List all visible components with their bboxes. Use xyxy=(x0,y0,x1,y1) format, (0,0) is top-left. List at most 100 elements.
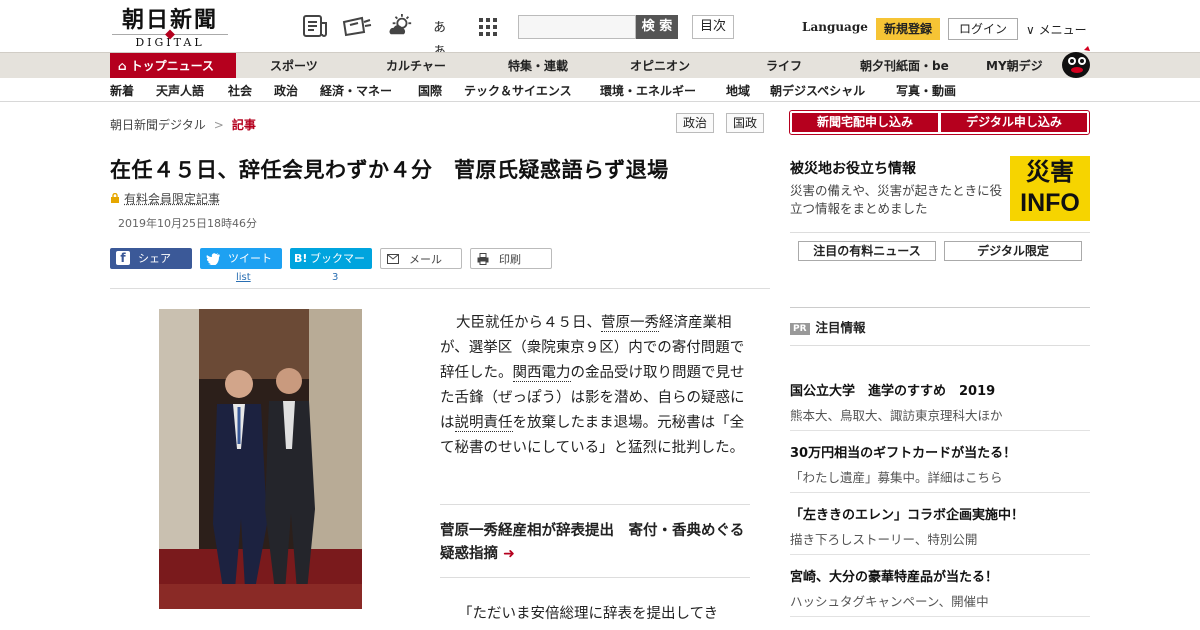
nav-tenseijingo[interactable]: 天声人語 xyxy=(156,82,204,99)
breadcrumb-separator: > xyxy=(213,118,224,132)
mail-share-button[interactable]: メール xyxy=(380,248,462,269)
asahi-logo[interactable]: 朝日新聞 DIGITAL xyxy=(112,8,228,49)
arrow-right-icon: ➜ xyxy=(503,546,515,562)
nav-top-news[interactable]: ⌂ トップニュース xyxy=(110,53,236,79)
related-article-title: 菅原一秀経産相が辞表提出 寄付・香典めぐる疑惑指摘 xyxy=(440,523,745,562)
pr-item-title: 宮崎、大分の豪華特産品が当たる！ xyxy=(790,570,999,585)
divider xyxy=(790,345,1090,346)
twitter-share-label: ツイート xyxy=(228,252,272,265)
divider xyxy=(790,232,1090,233)
related-article-link[interactable]: 菅原一秀経産相が辞表提出 寄付・香典めぐる疑惑指摘 ➜ xyxy=(440,520,750,566)
disaster-info-badge[interactable]: 災害 INFO xyxy=(1010,156,1090,221)
pr-section-title: 注目情報 xyxy=(815,320,866,335)
divider xyxy=(110,288,770,289)
apps-grid-icon[interactable] xyxy=(478,14,498,38)
nav-tech-science[interactable]: テック＆サイエンス xyxy=(464,82,572,99)
article-title: 在任４５日、辞任会見わずか４分 菅原氏疑惑語らず退場 xyxy=(110,158,669,182)
nav-international[interactable]: 国際 xyxy=(418,82,442,99)
logo-digital: DIGITAL xyxy=(112,34,228,49)
nav-special[interactable]: 朝デジスペシャル xyxy=(770,82,865,99)
nav-society[interactable]: 社会 xyxy=(228,82,252,99)
weather-icon[interactable] xyxy=(386,14,416,38)
nav-opinion[interactable]: オピニオン xyxy=(630,53,690,79)
search-input[interactable] xyxy=(518,15,636,39)
register-button[interactable]: 新規登録 xyxy=(876,18,940,40)
subscribe-buttons: 新聞宅配申し込み デジタル申し込み xyxy=(789,110,1090,135)
divider xyxy=(440,577,750,578)
nav-my-asadigi[interactable]: MY朝デジ xyxy=(986,53,1043,79)
breadcrumb: 朝日新聞デジタル > 記事 xyxy=(110,116,256,133)
facebook-icon: f xyxy=(116,251,130,265)
pr-item[interactable]: 「左ききのエレン」コラボ企画実施中！ 描き下ろしストーリー、特別公開 xyxy=(790,504,1090,548)
nav-photo-video[interactable]: 写真・動画 xyxy=(896,82,956,99)
toc-button[interactable]: 目次 xyxy=(692,15,734,39)
disaster-info-description: 災害の備えや、災害が起きたときに役立つ情報をまとめました xyxy=(790,183,1003,216)
login-button[interactable]: ログイン xyxy=(948,18,1018,40)
nav-latest[interactable]: 新着 xyxy=(110,82,134,99)
breadcrumb-home[interactable]: 朝日新聞デジタル xyxy=(110,118,206,132)
link-sugawara[interactable]: 菅原一秀 xyxy=(601,315,659,332)
language-link[interactable]: Language xyxy=(802,20,868,34)
print-button[interactable]: 印刷 xyxy=(470,248,552,269)
pr-item-title: 国公立大学 進学のすすめ 2019 xyxy=(790,384,996,399)
newspaper-icon[interactable] xyxy=(302,14,328,38)
mascot-icon xyxy=(1062,46,1090,78)
delivery-icon[interactable] xyxy=(342,14,372,38)
menu-button[interactable]: ∨ メニュー xyxy=(1026,21,1087,38)
pr-item[interactable]: 宮崎、大分の豪華特産品が当たる！ ハッシュタグキャンペーン、開催中 xyxy=(790,566,1090,610)
facebook-share-button[interactable]: f シェア xyxy=(110,248,192,269)
pr-item[interactable]: 国公立大学 進学のすすめ 2019 熊本大、鳥取大、諏訪東京理科大ほか xyxy=(790,380,1090,424)
pr-badge: PR xyxy=(790,323,810,335)
nav-culture[interactable]: カルチャー xyxy=(386,53,446,79)
pr-item[interactable]: 30万円相当のギフトカードが当たる！ 「わたし遺産」募集中。詳細はこちら xyxy=(790,442,1090,486)
pr-item-description: 描き下ろしストーリー、特別公開 xyxy=(790,532,978,547)
divider xyxy=(790,554,1090,555)
nav-economy[interactable]: 経済・マネー xyxy=(320,82,392,99)
disaster-badge-bottom: INFO xyxy=(1020,189,1080,217)
disaster-info-title[interactable]: 被災地お役立ち情報 xyxy=(790,158,916,178)
twitter-icon xyxy=(206,253,220,265)
secondary-nav: 新着 天声人語 社会 政治 経済・マネー 国際 テック＆サイエンス 環境・エネル… xyxy=(0,78,1200,102)
logo-japanese: 朝日新聞 xyxy=(121,7,218,33)
hatena-count: 3 xyxy=(332,272,339,283)
twitter-list-link[interactable]: list xyxy=(236,272,251,283)
twitter-share-button[interactable]: ツイート xyxy=(200,248,282,269)
tag-national-politics[interactable]: 国政 xyxy=(726,113,765,133)
divider xyxy=(790,616,1090,617)
divider xyxy=(440,504,750,505)
member-only-text: 有料会員限定記事 xyxy=(124,192,221,206)
nav-politics[interactable]: 政治 xyxy=(274,82,298,99)
facebook-share-label: シェア xyxy=(138,252,171,265)
nav-life[interactable]: ライフ xyxy=(766,53,802,79)
newspaper-subscribe-button[interactable]: 新聞宅配申し込み xyxy=(792,113,938,132)
article-lead: 大臣就任から４５日、菅原一秀経済産業相が、選挙区（衆院東京９区）内での寄付問題で… xyxy=(440,311,748,461)
tag-politics[interactable]: 政治 xyxy=(676,113,715,133)
digital-subscribe-button[interactable]: デジタル申し込み xyxy=(941,113,1087,132)
mail-icon xyxy=(387,254,399,264)
pr-item-description: ハッシュタグキャンペーン、開催中 xyxy=(790,594,989,609)
nav-features[interactable]: 特集・連載 xyxy=(508,53,568,79)
pr-section-header: PR 注目情報 xyxy=(790,317,866,336)
nav-environment[interactable]: 環境・エネルギー xyxy=(600,82,696,99)
divider xyxy=(790,430,1090,431)
font-size-icon[interactable]: ぁぁ xyxy=(432,14,458,59)
disaster-badge-top: 災害 xyxy=(1026,158,1074,186)
link-kansai-electric[interactable]: 関西電力 xyxy=(512,365,571,382)
print-icon xyxy=(477,253,489,265)
nav-paper-edition[interactable]: 朝夕刊紙面・be xyxy=(860,53,949,79)
link-accountability[interactable]: 説明責任 xyxy=(454,415,513,432)
home-icon: ⌂ xyxy=(118,59,127,73)
nav-region[interactable]: 地域 xyxy=(726,82,750,99)
tab-paid-news[interactable]: 注目の有料ニュース xyxy=(798,241,936,261)
nav-top-news-label: トップニュース xyxy=(130,59,214,73)
nav-sports[interactable]: スポーツ xyxy=(270,53,318,79)
member-only-label[interactable]: 有料会員限定記事 xyxy=(110,190,220,207)
tab-digital-only[interactable]: デジタル限定 xyxy=(944,241,1082,261)
article-photo[interactable] xyxy=(159,309,362,609)
lock-icon xyxy=(111,193,119,203)
breadcrumb-current: 記事 xyxy=(231,118,256,132)
search-button[interactable]: 検 索 xyxy=(636,15,678,39)
hatena-bookmark-button[interactable]: B! ブックマーク xyxy=(290,248,372,286)
divider xyxy=(790,492,1090,493)
mail-share-label: メール xyxy=(409,253,442,266)
